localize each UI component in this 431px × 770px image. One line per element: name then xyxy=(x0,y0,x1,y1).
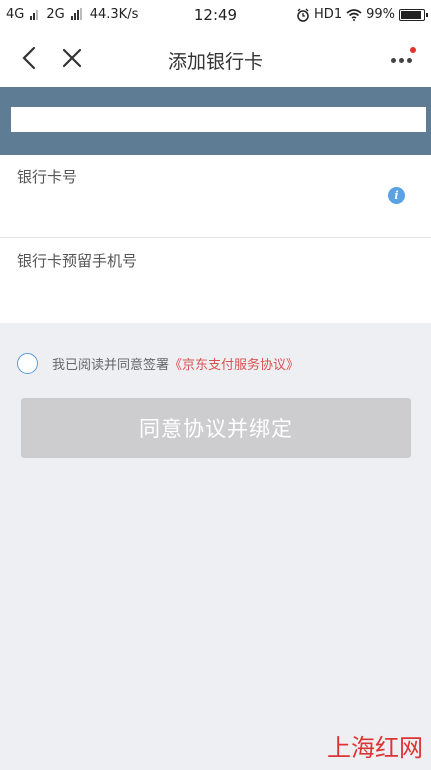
battery-icon xyxy=(399,8,428,21)
card-form: 银行卡号 i 银行卡预留手机号 xyxy=(0,155,431,323)
alarm-icon xyxy=(297,8,309,22)
agreement-checkbox[interactable] xyxy=(17,352,38,374)
status-bar: 4G 2G 44.3K/s 12:49 HD1 99% xyxy=(0,0,431,30)
nav-bar: 添加银行卡 xyxy=(0,30,431,87)
wifi-icon xyxy=(346,9,362,21)
hd-label: HD1 xyxy=(314,7,343,22)
card-number-input[interactable] xyxy=(17,197,381,227)
agreement-link[interactable]: 《京东支付服务协议》 xyxy=(169,354,299,373)
card-number-label: 银行卡号 xyxy=(17,168,78,186)
watermark: 上海红网 xyxy=(327,734,423,762)
bind-button[interactable]: 同意协议并绑定 xyxy=(21,398,411,458)
info-icon[interactable]: i xyxy=(388,187,405,204)
card-number-field[interactable]: 银行卡号 i xyxy=(0,155,431,238)
phone-input[interactable] xyxy=(17,283,381,313)
banner-bar xyxy=(11,107,426,132)
page-title: 添加银行卡 xyxy=(167,51,263,73)
battery-percent: 99% xyxy=(366,7,395,22)
more-icon[interactable] xyxy=(387,47,417,70)
notification-dot xyxy=(410,47,416,53)
phone-label: 银行卡预留手机号 xyxy=(17,252,138,270)
agreement-row: 我已阅读并同意签署 《京东支付服务协议》 xyxy=(17,352,299,374)
agreement-text: 我已阅读并同意签署 xyxy=(52,357,170,373)
header-banner xyxy=(0,87,431,155)
status-right: HD1 99% xyxy=(296,7,428,22)
phone-field[interactable]: 银行卡预留手机号 xyxy=(0,239,431,323)
